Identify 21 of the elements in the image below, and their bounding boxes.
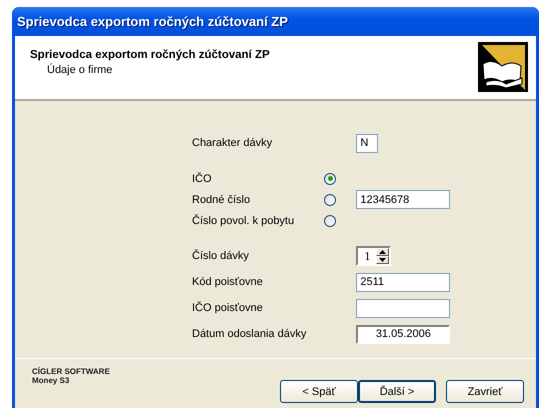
field-label: Dátum odoslania dávky: [192, 327, 306, 342]
wizard-button[interactable]: Zavrieť: [446, 380, 524, 403]
input-field[interactable]: 2511: [356, 272, 450, 292]
wizard-title: Sprievodca exportom ročných zúčtovaní ZP: [30, 49, 270, 61]
input-field[interactable]: 12345678: [356, 190, 450, 209]
date-field[interactable]: 31.05.2006: [356, 324, 450, 344]
field-label: Charakter dávky: [192, 136, 274, 151]
input-field[interactable]: N: [356, 134, 378, 152]
field-label: Kód poisťovne: [192, 275, 264, 290]
field-label: Rodné číslo: [192, 192, 252, 208]
wizard-button[interactable]: Ďalší >: [358, 380, 436, 403]
field-label: Číslo povol. k pobytu: [192, 213, 296, 228]
field-label: IČO: [192, 171, 213, 186]
field-label: Číslo dávky: [192, 248, 250, 264]
product-name: Money S3: [32, 376, 70, 385]
window-title: Sprievodca exportom ročných zúčtovaní ZP: [17, 14, 288, 29]
spin-field[interactable]: 1: [356, 246, 392, 266]
company-name: CÍGLER SOFTWARE: [32, 367, 110, 376]
wizard-subtitle: Údaje o firme: [46, 64, 114, 76]
field-label: IČO poisťovne: [192, 300, 264, 316]
wizard-button[interactable]: < Späť: [280, 380, 358, 403]
